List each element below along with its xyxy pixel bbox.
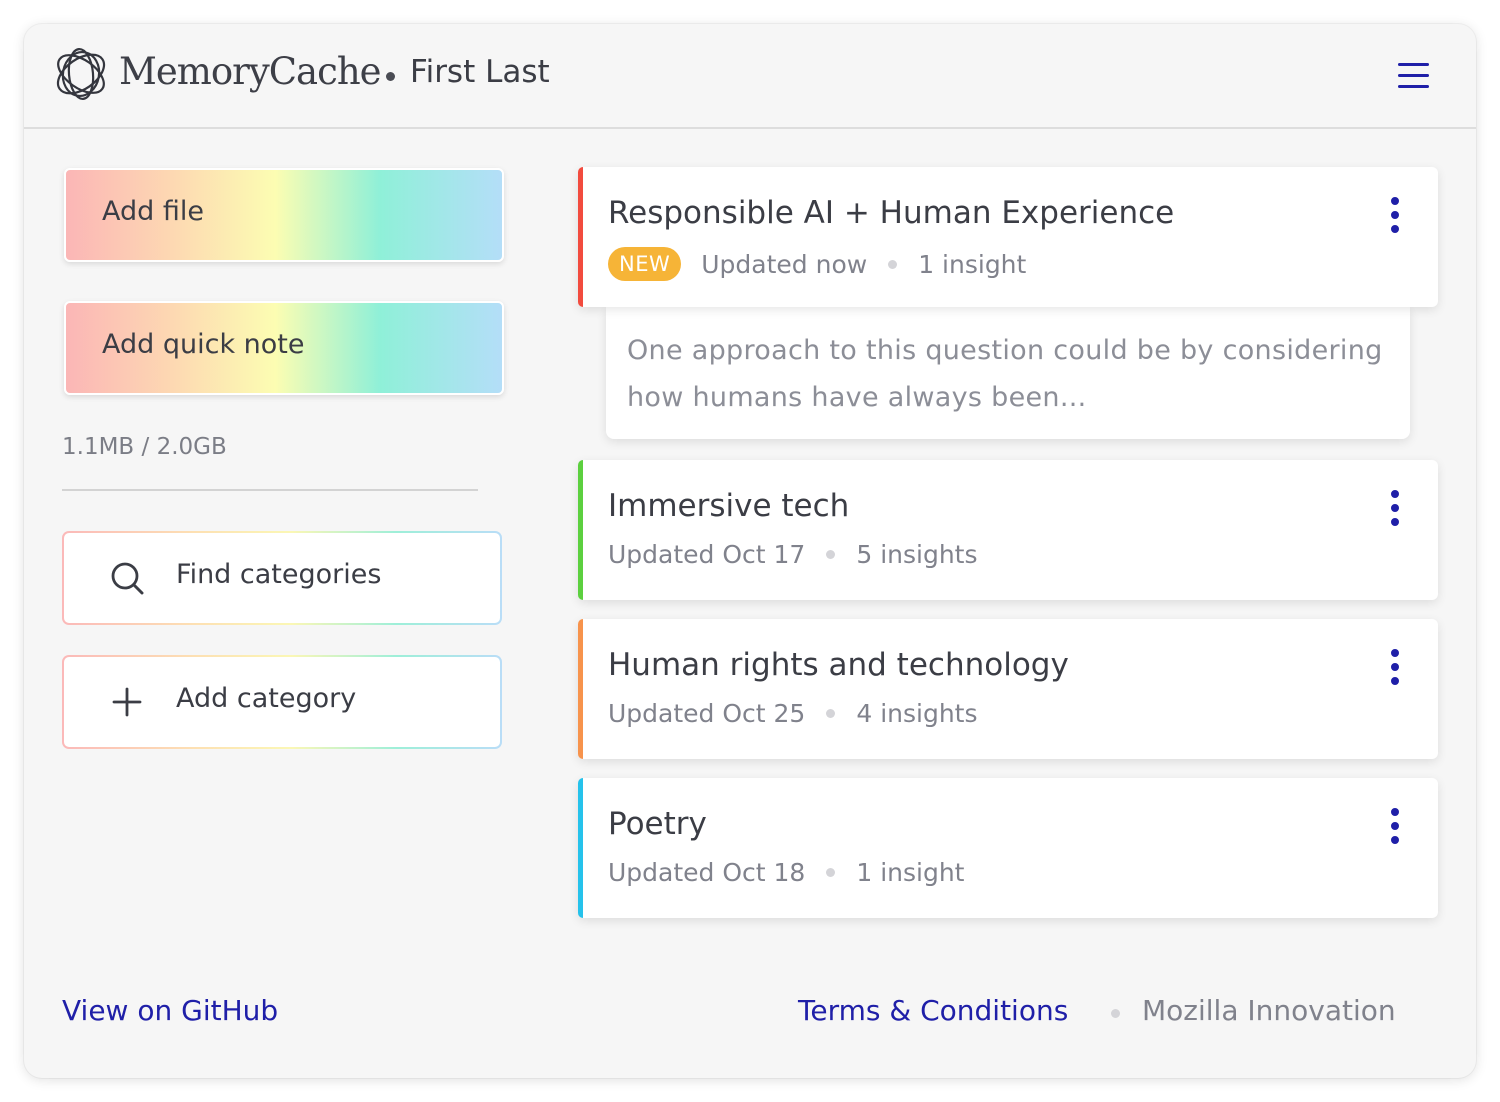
category-updated: Updated Oct 17 — [608, 540, 806, 569]
footer-separator-dot — [1111, 1009, 1120, 1018]
find-categories-label: Find categories — [176, 559, 382, 590]
category-title: Immersive tech — [608, 488, 850, 524]
hamburger-menu-icon[interactable] — [1394, 60, 1434, 92]
meta-separator-dot — [888, 259, 898, 269]
add-category-label: Add category — [176, 683, 357, 714]
app-header: MemoryCache First Last — [24, 24, 1476, 129]
category-accent — [578, 460, 583, 600]
more-options-icon[interactable] — [1384, 490, 1406, 526]
find-categories-button[interactable]: Find categories — [62, 531, 502, 625]
storage-usage: 1.1MB / 2.0GB — [62, 434, 227, 460]
app-brand: MemoryCache — [119, 50, 382, 93]
add-category-button[interactable]: Add category — [62, 655, 502, 749]
category-updated: Updated Oct 18 — [608, 858, 806, 887]
user-name: First Last — [410, 54, 550, 90]
category-title: Responsible AI + Human Experience — [608, 195, 1175, 231]
category-title: Poetry — [608, 806, 707, 842]
category-insights: 1 insight — [918, 249, 1027, 279]
category-meta: Updated Oct 17 5 insights — [608, 540, 978, 569]
category-card[interactable]: Human rights and technology Updated Oct … — [578, 619, 1438, 759]
category-updated: Updated Oct 25 — [608, 699, 806, 728]
category-accent — [578, 619, 583, 759]
category-title: Human rights and technology — [608, 647, 1069, 683]
category-insights: 4 insights — [856, 699, 978, 728]
category-card[interactable]: Responsible AI + Human Experience NEW Up… — [578, 167, 1438, 307]
add-quick-note-button[interactable]: Add quick note — [64, 301, 504, 395]
add-quick-note-label: Add quick note — [102, 329, 305, 360]
divider — [62, 489, 478, 491]
category-meta: Updated Oct 18 1 insight — [608, 858, 964, 887]
meta-separator-dot — [826, 709, 836, 718]
add-file-button[interactable]: Add file — [64, 168, 504, 262]
category-accent — [578, 778, 583, 918]
category-card[interactable]: Immersive tech Updated Oct 17 5 insights — [578, 460, 1438, 600]
meta-separator-dot — [826, 868, 836, 877]
footer-org: Mozilla Innovation — [1142, 994, 1396, 1027]
add-file-label: Add file — [102, 196, 204, 227]
header-separator-dot — [386, 72, 395, 81]
meta-separator-dot — [826, 550, 836, 559]
category-meta: Updated Oct 25 4 insights — [608, 699, 978, 728]
category-insights: 5 insights — [856, 540, 978, 569]
search-icon — [111, 562, 144, 595]
category-updated: Updated now — [701, 249, 868, 279]
more-options-icon[interactable] — [1384, 649, 1406, 685]
memorycache-logo-icon — [56, 47, 106, 101]
terms-link[interactable]: Terms & Conditions — [798, 994, 1068, 1027]
category-card[interactable]: Poetry Updated Oct 18 1 insight — [578, 778, 1438, 918]
category-insights: 1 insight — [856, 858, 965, 887]
category-accent — [578, 167, 583, 307]
category-meta: NEW Updated now 1 insight — [608, 247, 1026, 281]
plus-icon — [112, 687, 142, 717]
preview-text: One approach to this question could be b… — [627, 335, 1383, 413]
github-link[interactable]: View on GitHub — [62, 994, 278, 1027]
more-options-icon[interactable] — [1384, 808, 1406, 844]
new-badge: NEW — [608, 247, 682, 281]
more-options-icon[interactable] — [1384, 197, 1406, 233]
category-preview[interactable]: One approach to this question could be b… — [606, 307, 1410, 439]
app-window: MemoryCache First Last Add file Add quic… — [24, 24, 1476, 1078]
